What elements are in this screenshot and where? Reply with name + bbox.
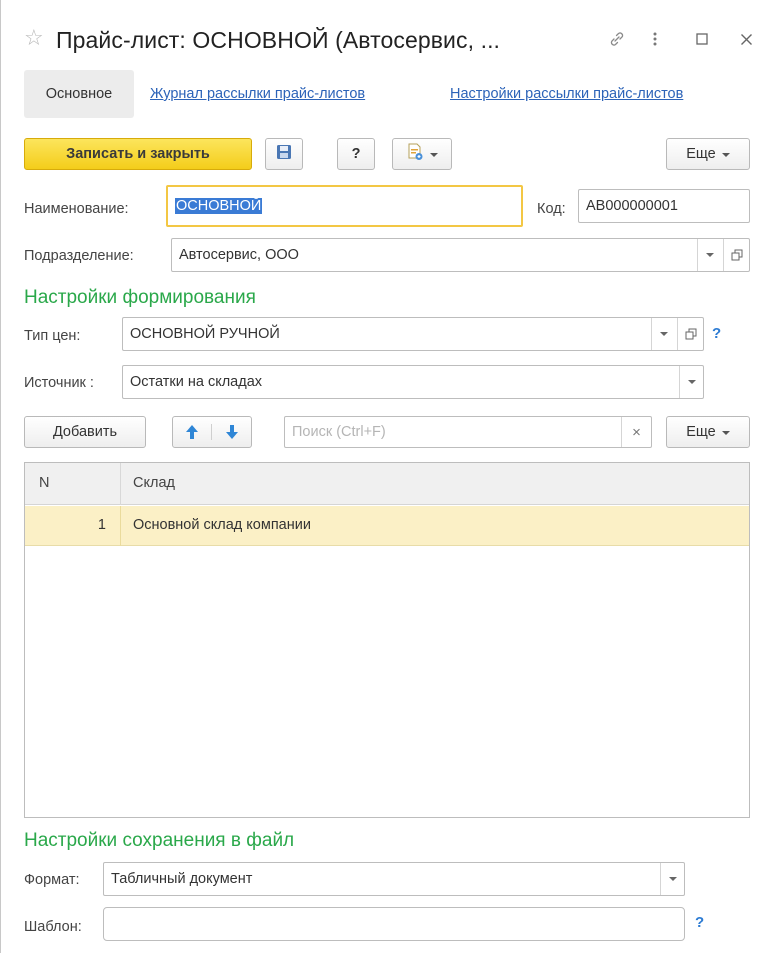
document-print-icon (406, 143, 424, 165)
clear-icon[interactable]: × (621, 417, 651, 447)
column-divider (120, 463, 121, 505)
name-label: Наименование: (24, 201, 129, 217)
maximize-icon[interactable] (692, 24, 712, 54)
tab-main[interactable]: Основное (24, 70, 134, 118)
floppy-icon (276, 144, 292, 164)
more-vertical-icon[interactable] (646, 24, 664, 54)
file-settings-heading: Настройки сохранения в файл (24, 830, 295, 851)
search-input[interactable]: Поиск (Ctrl+F) × (284, 416, 652, 448)
source-field[interactable]: Остатки на складах (122, 365, 704, 399)
row-warehouse: Основной склад компании (133, 517, 311, 533)
column-divider (120, 506, 121, 546)
chevron-down-icon (687, 380, 696, 384)
template-help-icon[interactable]: ? (695, 914, 704, 931)
title-bar: ☆ Прайс-лист: ОСНОВНОЙ (Автосервис, ... (0, 0, 764, 62)
search-placeholder: Поиск (Ctrl+F) (292, 424, 386, 440)
add-button[interactable]: Добавить (24, 416, 146, 448)
price-type-field[interactable]: ОСНОВНОЙ РУЧНОЙ (122, 317, 704, 351)
source-dropdown[interactable] (679, 366, 703, 398)
tab-bar: Основное Журнал рассылки прайс-листов На… (24, 70, 754, 118)
table-row[interactable]: 1 Основной склад компании (25, 506, 749, 546)
source-value: Остатки на складах (130, 374, 263, 390)
tab-mailing-settings[interactable]: Настройки рассылки прайс-листов (450, 86, 683, 102)
row-number: 1 (97, 517, 106, 533)
column-header-warehouse[interactable]: Склад (133, 475, 175, 491)
division-dropdown[interactable] (697, 239, 721, 271)
price-type-dropdown[interactable] (651, 318, 675, 350)
column-header-n[interactable]: N (39, 475, 49, 491)
open-icon[interactable] (723, 239, 749, 271)
arrow-up-icon[interactable] (173, 424, 212, 440)
warehouse-table: N Склад 1 Основной склад компании (24, 462, 750, 818)
code-label: Код: (537, 201, 566, 217)
generation-heading: Настройки формирования (24, 287, 256, 308)
source-label: Источник : (24, 375, 94, 391)
table-header: N Склад (25, 463, 749, 505)
chevron-down-icon (430, 153, 438, 157)
arrow-down-icon[interactable] (212, 424, 251, 440)
chevron-down-icon (659, 332, 668, 336)
price-type-value: ОСНОВНОЙ РУЧНОЙ (130, 326, 280, 342)
division-value: Автосервис, ООО (179, 247, 299, 263)
chevron-down-icon (721, 431, 730, 435)
tab-mailing-log[interactable]: Журнал рассылки прайс-листов (150, 86, 365, 102)
close-icon[interactable] (736, 24, 756, 54)
division-field[interactable]: Автосервис, ООО (171, 238, 750, 272)
more-button-label: Еще (686, 146, 716, 162)
table-more-label: Еще (686, 424, 716, 440)
template-field[interactable] (103, 907, 685, 941)
name-field[interactable]: ОСНОВНОЙ (166, 185, 523, 227)
chevron-down-icon (721, 153, 730, 157)
more-button[interactable]: Еще (666, 138, 750, 170)
move-buttons (172, 416, 252, 448)
chevron-down-icon (705, 253, 714, 257)
open-icon[interactable] (677, 318, 703, 350)
star-icon[interactable]: ☆ (24, 27, 44, 49)
format-value: Табличный документ (111, 871, 253, 887)
report-menu-button[interactable] (392, 138, 452, 170)
chevron-down-icon (668, 877, 677, 881)
save-button[interactable] (265, 138, 303, 170)
code-field[interactable]: АВ000000001 (578, 189, 750, 223)
window-title: Прайс-лист: ОСНОВНОЙ (Автосервис, ... (56, 27, 501, 53)
format-label: Формат: (24, 872, 80, 888)
table-more-button[interactable]: Еще (666, 416, 750, 448)
template-label: Шаблон: (24, 919, 82, 935)
name-value: ОСНОВНОЙ (175, 198, 263, 214)
price-type-label: Тип цен: (24, 328, 81, 344)
format-field[interactable]: Табличный документ (103, 862, 685, 896)
window-border (0, 0, 1, 953)
help-button[interactable]: ? (337, 138, 375, 170)
save-and-close-button[interactable]: Записать и закрыть (24, 138, 252, 170)
division-label: Подразделение: (24, 248, 134, 264)
link-icon[interactable] (604, 24, 630, 54)
format-dropdown[interactable] (660, 863, 684, 895)
price-type-help-icon[interactable]: ? (712, 325, 721, 342)
